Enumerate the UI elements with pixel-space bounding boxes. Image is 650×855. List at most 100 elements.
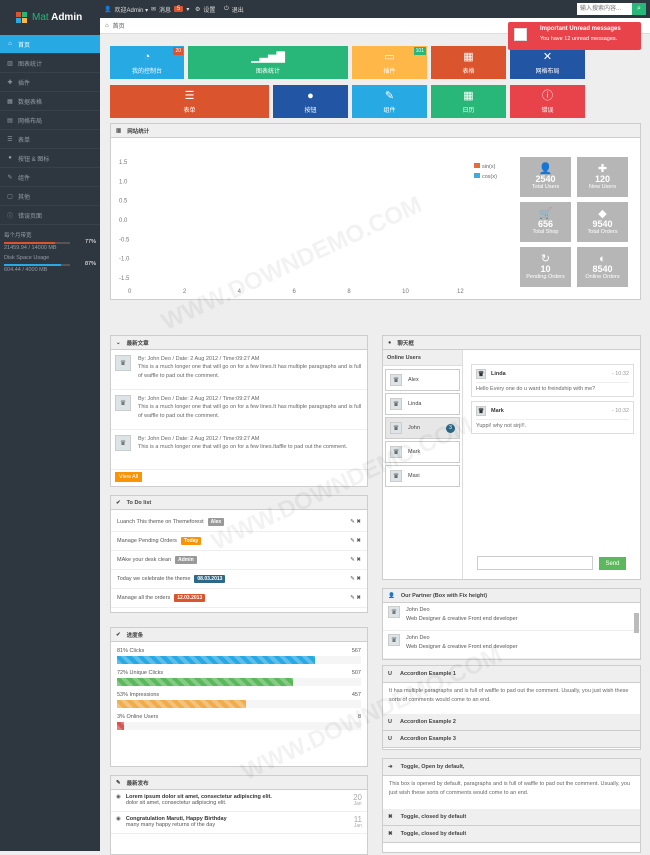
scrollbar[interactable]	[634, 613, 639, 633]
stat-card[interactable]: 🛒 656 Total Shop	[520, 202, 571, 242]
close-icon[interactable]: ✖	[356, 595, 361, 601]
accordion-title: Accordion Example 1	[399, 671, 456, 677]
quick-tile[interactable]: ◔ 我的控制台 20	[110, 46, 184, 79]
quick-tile[interactable]: ▁▃▅▇ 图表统计	[188, 46, 348, 79]
pencil-icon: ✎	[384, 90, 395, 102]
stat-card[interactable]: ✚ 120 New Users	[577, 157, 628, 197]
sidebar-item[interactable]: ⓘ 错误页面	[0, 206, 100, 225]
chevron-down-icon[interactable]: ⌄	[116, 340, 121, 346]
chat-user[interactable]: ♛ John 3	[385, 417, 460, 439]
accordion-header[interactable]: U Accordion Example 1	[383, 666, 640, 683]
partner-role: Web Designer & creative Front end develo…	[406, 616, 518, 623]
post-item[interactable]: ◉ Lorem ipsum dolor sit amet, consectetur…	[111, 790, 367, 812]
sidebar-progress-bar	[4, 264, 70, 266]
post-month: Jan	[353, 801, 362, 807]
tile-label: 表单	[183, 108, 196, 114]
search-input[interactable]	[577, 3, 632, 15]
chat-message: ♛ Linda - 10:32 Hello Every one do u want t…	[471, 364, 634, 397]
quick-tile[interactable]: ☰ 表单	[110, 85, 269, 118]
toggle-header[interactable]: ✖ Toggle, closed by default	[383, 809, 640, 826]
article-item[interactable]: ♛ By: John Deo / Date: 2 Aug 2012 / Time:…	[111, 350, 367, 390]
settings-link[interactable]: ⚙ 设置	[195, 0, 215, 18]
edit-icon[interactable]: ✎	[350, 595, 355, 601]
legend-label: cos(x)	[482, 174, 497, 180]
todo-text: Luanch This theme on Themeforest	[117, 519, 204, 525]
stat-card[interactable]: ◆ 9540 Total Orders	[577, 202, 628, 242]
welcome-menu[interactable]: 👤 欢迎Admin ▾	[104, 0, 148, 18]
sidebar-item-label: 数据表格	[18, 99, 43, 106]
chat-user-name: Linda	[408, 401, 422, 407]
partner-item[interactable]: ♛ John Deo Web Designer & creative Front e…	[383, 631, 640, 659]
edit-icon[interactable]: ✎	[350, 519, 355, 525]
close-icon[interactable]: ✖	[356, 538, 361, 544]
tint-icon: ●	[8, 155, 12, 161]
sidebar-item[interactable]: ⌂ 首页	[0, 35, 100, 54]
chat-input[interactable]	[477, 556, 593, 570]
article-item[interactable]: ♛ By: John Deo / Date: 2 Aug 2012 / Time:…	[111, 390, 367, 430]
partner-name: John Deo	[406, 635, 430, 641]
partner-item[interactable]: ♛ John Deo Web Designer & creative Front e…	[383, 603, 640, 631]
messages-menu[interactable]: ✉ 消息 5 ▾	[151, 0, 189, 18]
view-all-button[interactable]: View All	[115, 472, 143, 482]
close-icon[interactable]: ✖	[356, 557, 361, 563]
accordion-header[interactable]: U Accordion Example 3	[383, 731, 640, 748]
sidebar-item[interactable]: ▢ 其他	[0, 187, 100, 206]
todo-item[interactable]: Luanch This theme on Themeforest Alex ✎ ✖	[111, 513, 367, 532]
legend-label: sin(x)	[482, 164, 496, 170]
post-text: dolor sit amet, consectetur adipiscing e…	[125, 800, 227, 806]
article-item[interactable]: ♛ By: John Deo / Date: 2 Aug 2012 / Time:…	[111, 430, 367, 470]
chat-user[interactable]: ♛ Maxi	[385, 465, 460, 487]
edit-icon[interactable]: ✎	[350, 576, 355, 582]
chat-user[interactable]: ♛ Linda	[385, 393, 460, 415]
quick-tile[interactable]: ● 按钮	[273, 85, 348, 118]
sidebar-item[interactable]: ✚ 插件	[0, 73, 100, 92]
todo-item[interactable]: Manage all the orders 12.03.2013 ✎ ✖	[111, 589, 367, 608]
quick-tile[interactable]: ✎ 组件	[352, 85, 427, 118]
progress-value: 457	[351, 692, 361, 698]
toggle-header[interactable]: ➔ Toggle, Open by default,	[383, 759, 640, 776]
stat-card[interactable]: ◐ 8540 Online Orders	[577, 247, 628, 287]
sidebar-item[interactable]: ● 按钮 & 图标	[0, 149, 100, 168]
chat-user[interactable]: ♛ Mark	[385, 441, 460, 463]
close-icon[interactable]: ✖	[356, 576, 361, 582]
todo-item[interactable]: Manage Pending Orders Today ✎ ✖	[111, 532, 367, 551]
send-button[interactable]: Send	[599, 557, 626, 570]
post-item[interactable]: ◉ Congratulation Maruti, Happy Birthday ma…	[111, 812, 367, 834]
close-icon[interactable]: ✖	[356, 519, 361, 525]
x-tick-label: 0	[128, 289, 132, 295]
sidebar-item-label: 按钮 & 图标	[18, 156, 50, 163]
sidebar-item[interactable]: ▤ 网格布局	[0, 111, 100, 130]
todo-item[interactable]: Today we celebrate the theme 08.03.2013 ✎ …	[111, 570, 367, 589]
toggle-header[interactable]: ✖ Toggle, closed by default	[383, 826, 640, 843]
accordion-header[interactable]: U Accordion Example 2	[383, 714, 640, 731]
quick-tile[interactable]: ▦ 表格	[431, 46, 506, 79]
sidebar-item[interactable]: ▦ 数据表格	[0, 92, 100, 111]
messages-label: 消息	[159, 7, 172, 14]
quick-tile[interactable]: ⓘ 错误	[510, 85, 585, 118]
edit-icon[interactable]: ✎	[350, 538, 355, 544]
arrow-right-icon: ➔	[388, 764, 393, 770]
notification-popup[interactable]: Important Unread messages You have 12 un…	[508, 22, 641, 50]
logout-link[interactable]: ⏻ 退出	[224, 0, 244, 18]
sidebar-item[interactable]: ☰ 表单	[0, 130, 100, 149]
logo[interactable]: Mat Admin	[0, 0, 100, 35]
sidebar-item[interactable]: ▥ 图表统计	[0, 54, 100, 73]
chat-user[interactable]: ♛ Alex	[385, 369, 460, 391]
stat-label: Online Orders	[585, 274, 620, 281]
stat-card[interactable]: 👤 2540 Total Users	[520, 157, 571, 197]
check-icon: ✔	[116, 499, 121, 506]
sidebar-item[interactable]: ✎ 组件	[0, 168, 100, 187]
todo-item[interactable]: MAke your desk clean Admin ✎ ✖	[111, 551, 367, 570]
sidebar-item-label: 网格布局	[18, 118, 43, 125]
quick-tile[interactable]: ▦ 日历	[431, 85, 506, 118]
quick-tile[interactable]: ▭ 插件 101	[352, 46, 427, 79]
search-button[interactable]: ⌕	[632, 3, 646, 15]
x-tick-label: 6	[293, 289, 297, 295]
quick-tile[interactable]: ✕ 网格布局	[510, 46, 585, 79]
stat-card[interactable]: ↻ 10 Pending Orders	[520, 247, 571, 287]
tint-icon: ●	[307, 90, 314, 102]
stat-value: 2540	[535, 173, 556, 184]
edit-icon[interactable]: ✎	[350, 557, 355, 563]
breadcrumb-home[interactable]: 首页	[113, 21, 125, 30]
stat-label: Total Orders	[587, 229, 618, 236]
